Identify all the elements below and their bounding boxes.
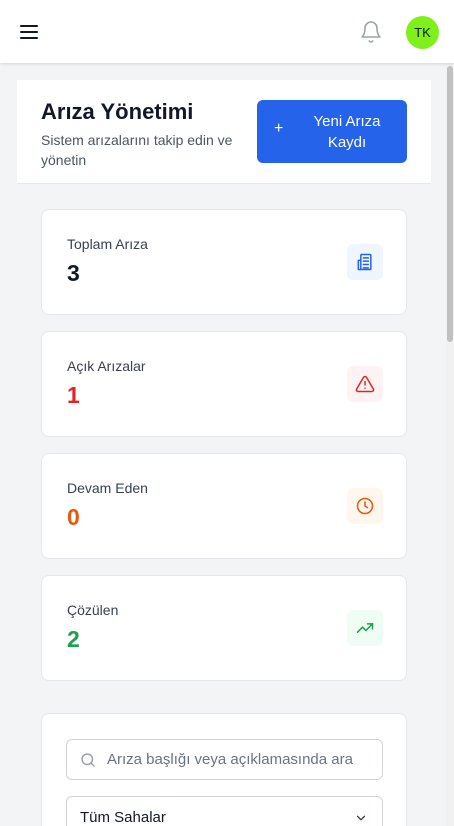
stat-card-open: Açık Arızalar 1 bbox=[41, 331, 407, 437]
page-title: Arıza Yönetimi bbox=[41, 99, 194, 124]
top-bar: TK bbox=[0, 0, 454, 63]
stat-card-resolved: Çözülen 2 bbox=[41, 575, 407, 681]
building-icon bbox=[347, 244, 383, 280]
site-select-value: Tüm Sahalar bbox=[80, 809, 166, 826]
search-input[interactable] bbox=[107, 741, 379, 778]
warning-icon bbox=[347, 366, 383, 402]
plus-icon: + bbox=[274, 120, 284, 137]
new-fault-button[interactable]: + Yeni Arıza Kaydı bbox=[257, 100, 407, 163]
scrollbar-thumb[interactable] bbox=[447, 66, 453, 342]
stat-card-total: Toplam Arıza 3 bbox=[41, 209, 407, 315]
search-icon bbox=[81, 753, 95, 767]
stat-value: 1 bbox=[67, 382, 80, 408]
menu-icon[interactable] bbox=[20, 25, 38, 39]
stat-label: Toplam Arıza bbox=[67, 236, 148, 252]
page-subtitle: Sistem arızalarını takip edin ve yönetin bbox=[41, 132, 233, 168]
bell-icon[interactable] bbox=[359, 20, 383, 44]
search-box[interactable] bbox=[66, 739, 383, 780]
stat-label: Açık Arızalar bbox=[67, 358, 146, 374]
site-select[interactable]: Tüm Sahalar bbox=[66, 796, 383, 826]
stat-card-in-progress: Devam Eden 0 bbox=[41, 453, 407, 559]
new-fault-button-label: Yeni Arıza Kaydı bbox=[313, 113, 381, 151]
stat-label: Devam Eden bbox=[67, 480, 148, 496]
stat-value: 0 bbox=[67, 504, 80, 530]
chevron-down-icon bbox=[356, 815, 366, 821]
clock-icon bbox=[347, 488, 383, 524]
stat-label: Çözülen bbox=[67, 602, 119, 618]
user-avatar[interactable]: TK bbox=[406, 16, 439, 49]
filter-card: Tüm Sahalar bbox=[41, 713, 407, 826]
page-header: Arıza Yönetimi Sistem arızalarını takip … bbox=[17, 80, 431, 184]
stat-value: 3 bbox=[67, 260, 80, 286]
trending-up-icon bbox=[347, 610, 383, 646]
stat-value: 2 bbox=[67, 626, 80, 652]
